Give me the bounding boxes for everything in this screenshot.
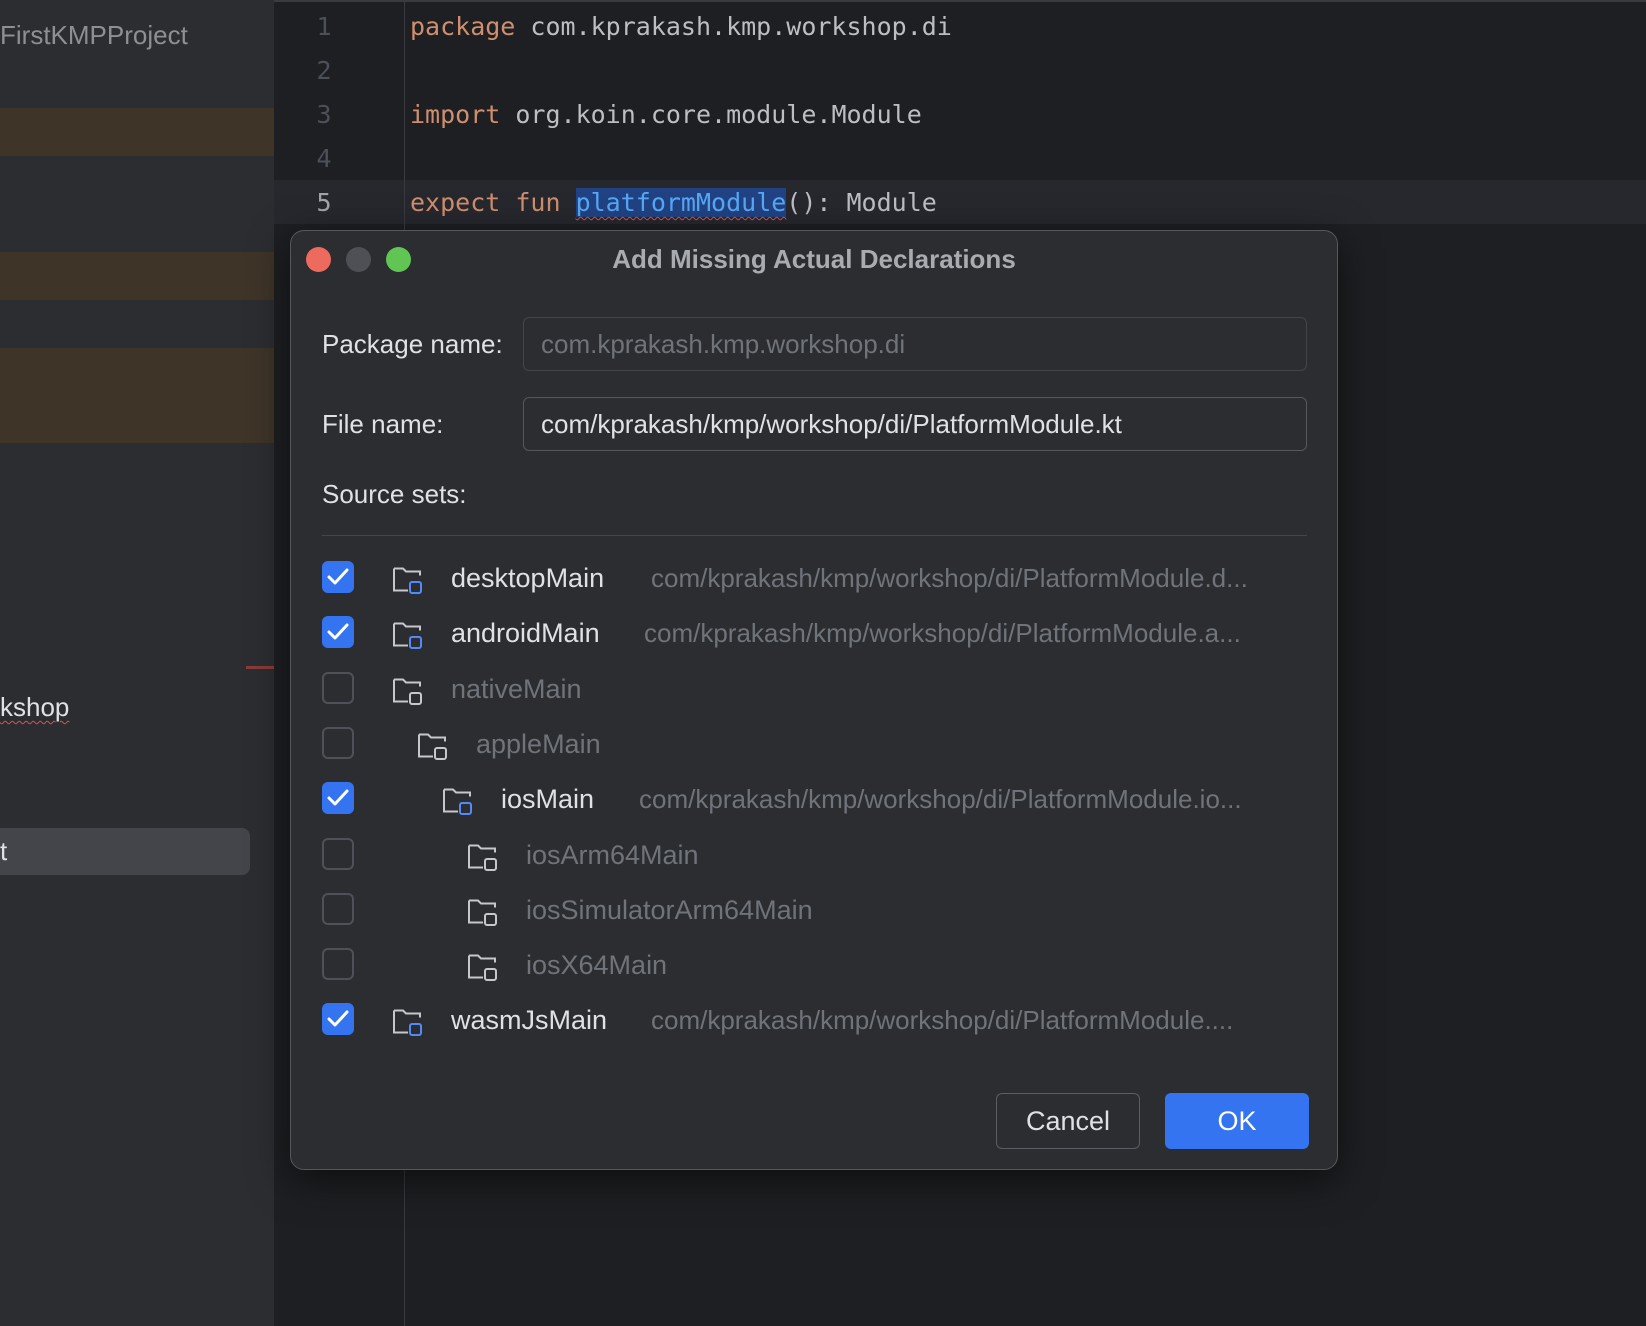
code-rest: org.koin.core.module.Module	[500, 100, 922, 129]
source-set-row-desktopMain[interactable]: desktopMain com/kprakash/kmp/workshop/di/…	[291, 555, 1337, 601]
highlighted-row[interactable]	[0, 108, 274, 156]
divider	[322, 535, 1307, 536]
tree-item-workshop[interactable]: kshop	[0, 692, 69, 723]
source-set-checkbox[interactable]	[322, 782, 354, 815]
ok-button[interactable]: OK	[1165, 1093, 1309, 1149]
keyword: package	[410, 12, 516, 41]
line-number: 5	[316, 188, 332, 217]
source-set-name: appleMain	[476, 728, 601, 759]
source-folder-icon	[466, 948, 500, 982]
keyword: import	[410, 100, 501, 129]
source-set-checkbox[interactable]	[322, 671, 354, 704]
line-number: 3	[316, 100, 332, 129]
source-set-name: androidMain	[451, 618, 600, 649]
source-folder-icon	[466, 893, 500, 927]
source-set-checkbox[interactable]	[322, 948, 354, 981]
checkmark-icon	[327, 568, 349, 585]
function-identifier[interactable]: platformModule	[575, 188, 787, 217]
source-set-name: iosMain	[501, 784, 595, 815]
project-title[interactable]: FirstKMPProject	[0, 20, 188, 51]
code-rest: com.kprakash.kmp.workshop.di	[515, 12, 952, 41]
source-folder-icon	[441, 782, 475, 816]
tree-item-selected-label: t	[0, 836, 8, 866]
highlighted-row[interactable]	[0, 348, 274, 443]
source-set-checkbox[interactable]	[322, 1003, 354, 1036]
highlighted-row[interactable]	[0, 252, 274, 300]
source-set-path: com/kprakash/kmp/workshop/di/PlatformMod…	[639, 784, 1242, 815]
source-set-row-iosX64Main[interactable]: iosX64Main	[291, 942, 1337, 988]
source-set-name: iosX64Main	[526, 950, 668, 981]
file-name-label: File name:	[322, 409, 444, 439]
line-number: 4	[316, 144, 332, 173]
code-text: expect fun platformModule(): Module	[410, 181, 937, 225]
source-set-checkbox[interactable]	[322, 616, 354, 649]
code-line-1[interactable]: 1 package com.kprakash.kmp.workshop.di	[274, 5, 1646, 49]
code-rest: (): Module	[786, 188, 937, 217]
checkmark-icon	[327, 789, 349, 806]
source-set-path: com/kprakash/kmp/workshop/di/PlatformMod…	[651, 563, 1248, 593]
source-folder-icon	[391, 1003, 425, 1037]
code-line-2[interactable]: 2	[274, 49, 1646, 93]
source-set-checkbox[interactable]	[322, 837, 354, 870]
add-missing-actual-declarations-dialog: Add Missing Actual Declarations Package …	[290, 230, 1338, 1170]
code-line-5[interactable]: 5 expect fun platformModule(): Module	[274, 181, 1646, 225]
source-set-row-iosArm64Main[interactable]: iosArm64Main	[291, 832, 1337, 878]
code-line-4[interactable]: 4	[274, 137, 1646, 181]
source-set-checkbox[interactable]	[322, 726, 354, 759]
checkmark-icon	[327, 1010, 349, 1027]
file-name-field[interactable]: com/kprakash/kmp/workshop/di/PlatformMod…	[523, 397, 1307, 451]
project-panel: FirstKMPProject kshop t	[0, 0, 274, 1326]
source-sets-label: Source sets:	[322, 479, 467, 509]
source-folder-icon	[466, 838, 500, 872]
source-folder-icon	[391, 672, 425, 706]
source-set-name: iosSimulatorArm64Main	[526, 894, 813, 925]
source-set-path: com/kprakash/kmp/workshop/di/PlatformMod…	[644, 618, 1241, 649]
source-set-name: nativeMain	[451, 673, 582, 704]
code-line-3[interactable]: 3 import org.koin.core.module.Module	[274, 93, 1646, 137]
error-marker	[246, 666, 274, 669]
source-set-checkbox[interactable]	[322, 892, 354, 925]
dialog-title: Add Missing Actual Declarations	[612, 244, 1016, 274]
source-set-row-iosSimulatorArm64Main[interactable]: iosSimulatorArm64Main	[291, 887, 1337, 933]
source-set-row-nativeMain[interactable]: nativeMain	[291, 666, 1337, 712]
checkmark-icon	[327, 623, 349, 640]
cancel-button[interactable]: Cancel	[996, 1093, 1140, 1149]
line-number: 1	[316, 12, 332, 41]
source-set-checkbox[interactable]	[322, 561, 354, 593]
package-name-field[interactable]: com.kprakash.kmp.workshop.di	[523, 317, 1307, 371]
source-folder-icon	[391, 561, 425, 595]
source-set-row-appleMain[interactable]: appleMain	[291, 721, 1337, 767]
code-text: package com.kprakash.kmp.workshop.di	[410, 5, 952, 49]
tree-item-selected[interactable]: t	[0, 828, 250, 875]
code-text: import org.koin.core.module.Module	[410, 93, 922, 137]
package-name-label: Package name:	[322, 329, 503, 359]
source-set-name: iosArm64Main	[526, 839, 699, 870]
editor-top-border	[274, 0, 1646, 2]
source-folder-icon	[391, 616, 425, 650]
source-set-row-androidMain[interactable]: androidMain com/kprakash/kmp/workshop/di/…	[291, 610, 1337, 656]
source-set-name: desktopMain	[451, 563, 605, 593]
source-set-row-wasmJsMain[interactable]: wasmJsMain com/kprakash/kmp/workshop/di/P…	[291, 997, 1337, 1043]
source-set-row-iosMain[interactable]: iosMain com/kprakash/kmp/workshop/di/Plat…	[291, 776, 1337, 822]
source-folder-icon	[416, 727, 450, 761]
source-set-name: wasmJsMain	[451, 1005, 608, 1036]
source-set-path: com/kprakash/kmp/workshop/di/PlatformMod…	[651, 1005, 1234, 1036]
line-number: 2	[316, 56, 332, 85]
keyword: expect fun	[410, 188, 561, 217]
